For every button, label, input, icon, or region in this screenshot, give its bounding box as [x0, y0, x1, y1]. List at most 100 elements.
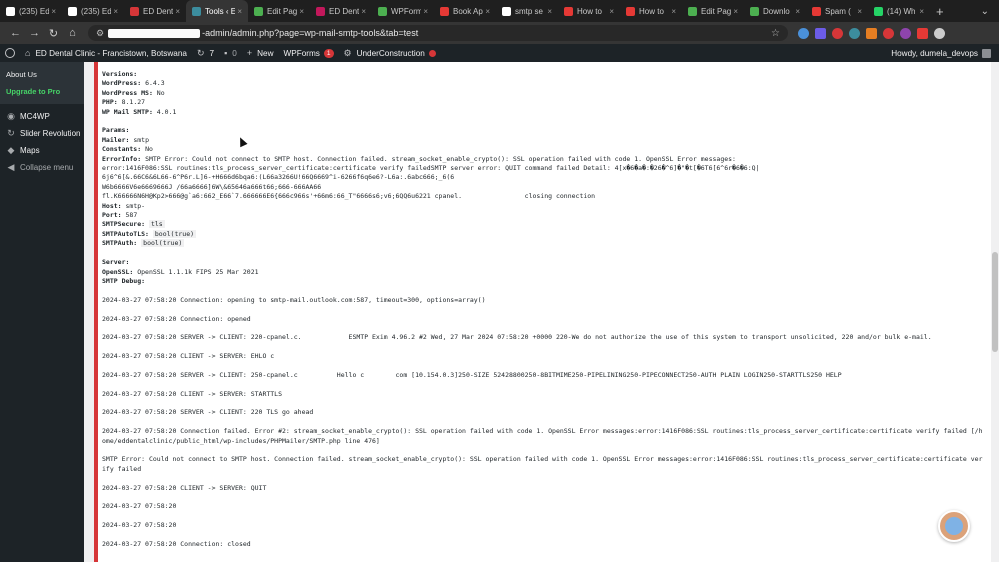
extension-icon[interactable]	[832, 27, 843, 39]
browser-tab[interactable]: Edit Pag ×	[682, 0, 744, 22]
comments-link[interactable]: ▪ 0	[224, 48, 237, 58]
extension-icon[interactable]	[815, 27, 826, 39]
errorinfo-key: ErrorInfo:	[102, 154, 142, 163]
tab-label: How to	[639, 6, 664, 16]
sidebar-item-maps[interactable]: ◆ Maps	[0, 142, 84, 159]
sidebar-item-label: Maps	[20, 146, 40, 155]
tab-search-icon[interactable]: ⌄	[981, 6, 999, 17]
wpforms-link[interactable]: WPForms 1	[284, 48, 334, 58]
scrollbar-thumb[interactable]	[992, 252, 998, 352]
sidebar-item-label: Slider Revolution	[20, 129, 81, 138]
extension-icon[interactable]	[883, 27, 894, 39]
forward-icon[interactable]: →	[25, 27, 44, 39]
tab-close-icon[interactable]: ×	[51, 7, 56, 16]
browser-tab[interactable]: (235) Ed ×	[0, 0, 62, 22]
tab-close-icon[interactable]: ×	[547, 7, 552, 16]
help-widget-button[interactable]	[938, 510, 970, 542]
browser-tab[interactable]: ED Dent ×	[310, 0, 372, 22]
tab-close-icon[interactable]: ×	[361, 7, 366, 16]
tab-label: Tools ‹ E	[205, 6, 236, 16]
extension-icon[interactable]	[917, 27, 928, 39]
wordpress-key: WordPress:	[102, 79, 142, 88]
tab-favicon-icon	[626, 6, 635, 16]
log-line: 2024-03-27 07:58:20 CLIENT -> SERVER: QU…	[102, 483, 267, 492]
tab-favicon-icon	[378, 6, 387, 16]
smtpautotls-key: SMTPAutoTLS:	[102, 229, 149, 238]
row-php: PHP: 8.1.27	[102, 98, 985, 107]
plus-icon: +	[246, 48, 253, 58]
sidebar-item-mc4wp[interactable]: ◉ MC4WP	[0, 108, 84, 125]
extension-icon[interactable]	[798, 27, 809, 39]
errorinfo-line-5: fl.K66666N6H@Kp2>666@g`a6:662_E66`7.6666…	[102, 192, 985, 201]
slider-icon: ↻	[7, 128, 15, 138]
tab-close-icon[interactable]: ×	[733, 7, 738, 16]
browser-tab[interactable]: ED Dent ×	[124, 0, 186, 22]
sidebar-item-slider-revolution[interactable]: ↻ Slider Revolution	[0, 125, 84, 142]
tab-close-icon[interactable]: ×	[175, 7, 180, 16]
account-menu[interactable]: Howdy, dumela_devops	[891, 48, 991, 58]
tab-close-icon[interactable]: ×	[795, 7, 800, 16]
wpforms-badge: 1	[323, 48, 334, 58]
errorinfo-line-5-text: fl.K66666N6H@Kp2>666@g`a6:662_E66`7.6666…	[102, 192, 463, 201]
new-tab-button[interactable]: +	[930, 4, 950, 19]
updates-icon: ↻	[196, 47, 205, 58]
browser-tab[interactable]: Spam ( ×	[806, 0, 868, 22]
tab-close-icon[interactable]: ×	[113, 7, 118, 16]
browser-tab[interactable]: (14) Wh ×	[868, 0, 930, 22]
extension-icon[interactable]	[849, 27, 860, 39]
site-info-icon[interactable]: ⚙	[96, 28, 104, 39]
avatar	[982, 48, 991, 58]
tab-close-icon[interactable]: ×	[299, 7, 304, 16]
wordpress-val: 6.4.3	[145, 79, 165, 88]
site-name-link[interactable]: ⌂ ED Dental Clinic - Francistown, Botswa…	[25, 48, 187, 58]
tab-close-icon[interactable]: ×	[671, 7, 676, 16]
browser-tab[interactable]: (235) Ed ×	[62, 0, 124, 22]
browser-tab[interactable]: WPForm ×	[372, 0, 434, 22]
tab-label: Spam (	[825, 6, 851, 16]
home-icon: ⌂	[25, 48, 31, 58]
sidebar-item-label: About Us	[6, 69, 37, 79]
browser-tab[interactable]: How to ×	[620, 0, 682, 22]
browser-tab[interactable]: Edit Pag ×	[248, 0, 310, 22]
page-scrollbar[interactable]	[991, 62, 999, 562]
tab-favicon-icon	[68, 6, 77, 16]
browser-tab[interactable]: Book Ap ×	[434, 0, 496, 22]
browser-tab[interactable]: smtp se ×	[496, 0, 558, 22]
wordpress-logo-icon[interactable]	[5, 48, 15, 58]
tab-label: Edit Pag	[267, 6, 298, 16]
wpmail-val: 4.0.1	[156, 107, 177, 116]
browser-tab[interactable]: Tools ‹ E ×	[186, 0, 248, 22]
openssl-key: OpenSSL:	[102, 267, 134, 276]
tab-close-icon[interactable]: ×	[919, 7, 924, 16]
extension-icon[interactable]	[934, 27, 945, 39]
tab-favicon-icon	[750, 6, 759, 16]
updates-link[interactable]: ↻ 7	[197, 48, 214, 59]
reload-icon[interactable]: ↻	[44, 27, 63, 40]
new-content-link[interactable]: + New	[247, 48, 274, 58]
bookmark-star-icon[interactable]: ☆	[771, 28, 780, 39]
tab-close-icon[interactable]: ×	[857, 7, 862, 16]
tab-close-icon[interactable]: ×	[423, 7, 428, 16]
new-label: New	[257, 48, 274, 58]
address-bar[interactable]: ⚙ -admin/admin.php?page=wp-mail-smtp-too…	[88, 25, 788, 41]
under-construction-link[interactable]: ⚙ UnderConstruction	[344, 48, 436, 59]
tab-favicon-icon	[874, 6, 883, 16]
tab-favicon-icon	[564, 6, 573, 16]
browser-tab[interactable]: How to ×	[558, 0, 620, 22]
back-icon[interactable]: ←	[6, 27, 25, 39]
home-icon[interactable]: ⌂	[63, 27, 82, 39]
tab-close-icon[interactable]: ×	[237, 7, 242, 16]
browser-toolbar: ← → ↻ ⌂ ⚙ -admin/admin.php?page=wp-mail-…	[0, 22, 999, 44]
log-line: 2024-03-27 07:58:20	[102, 521, 177, 530]
extension-icon[interactable]	[900, 27, 911, 39]
tab-close-icon[interactable]: ×	[609, 7, 614, 16]
tab-close-icon[interactable]: ×	[485, 7, 490, 16]
sidebar-item-collapse-menu[interactable]: ◀ Collapse menu	[0, 159, 84, 176]
sidebar-item-upgrade-to-pro[interactable]: Upgrade to Pro	[0, 82, 84, 100]
row-port: Port: 587	[102, 211, 985, 220]
browser-tab[interactable]: Downlo ×	[744, 0, 806, 22]
sidebar-item-about-us[interactable]: About Us	[0, 66, 84, 82]
extension-icon[interactable]	[866, 27, 877, 39]
errorinfo-line-3: 6j6^6[&.66C6&6L66-6^P6r.L]6-+H666d6bqa6:…	[102, 173, 455, 182]
help-mascot-icon	[945, 517, 963, 535]
